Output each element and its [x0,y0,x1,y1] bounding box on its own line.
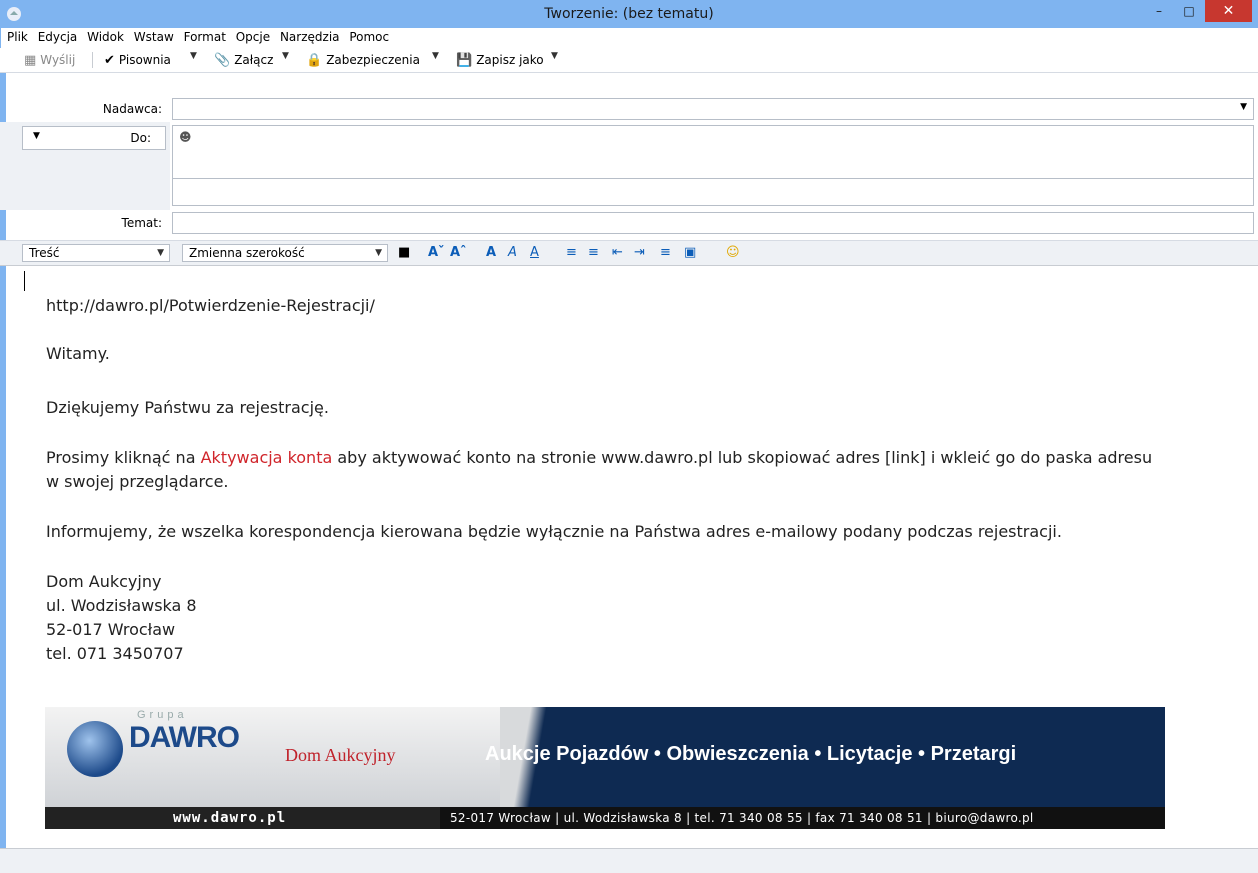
body-url: http://dawro.pl/Potwierdzenie-Rejestracj… [46,296,375,315]
save-as-dropdown[interactable]: ▼ [551,51,558,61]
banner-dom-aukcyjny: Dom Aukcyjny [285,745,396,765]
outdent-icon[interactable]: ⇤ [612,245,623,260]
security-dropdown[interactable]: ▼ [432,51,439,61]
security-button[interactable]: 🔒 Zabezpieczenia [306,51,420,69]
signature-line-3: 52-017 Wrocław [46,620,176,639]
menu-insert[interactable]: Wstaw [134,28,174,44]
send-icon: ▦ [24,52,37,68]
align-icon[interactable]: ≡ [660,245,671,260]
checkmark-icon: ✔ [104,52,115,68]
italic-icon[interactable]: A [508,245,517,260]
recipient-row-2[interactable] [172,152,1254,179]
insert-object-icon[interactable]: ▣ [684,245,696,260]
body-greeting: Witamy. [46,344,110,363]
numbered-list-icon[interactable]: ≡ [588,245,599,260]
to-field[interactable]: ☻ [172,125,1254,153]
from-field[interactable]: ▼ [172,98,1254,120]
minimize-button[interactable]: – [1146,0,1172,22]
body-thanks: Dziękujemy Państwu za rejestrację. [46,398,329,417]
underline-icon[interactable]: A [530,245,539,260]
body-info: Informujemy, że wszelka korespondencja k… [46,522,1062,541]
smiley-icon[interactable]: ☺ [726,245,740,260]
menu-view[interactable]: Widok [87,28,124,44]
spelling-dropdown[interactable]: ▼ [190,51,197,61]
save-icon: 💾 [456,52,473,68]
send-button[interactable]: ▦ Wyślij [24,51,75,69]
to-label: Do: [130,131,151,145]
lock-icon: 🔒 [306,52,323,68]
dawro-banner-image: Grupa DAWRO Dom Aukcyjny Aukcje Pojazdów… [45,707,1165,829]
subject-label: Temat: [121,216,162,230]
signature-line-1: Dom Aukcyjny [46,572,162,591]
paragraph-style-select[interactable]: Treść ▼ [22,244,170,262]
bold-icon[interactable]: A [486,245,496,260]
from-label: Nadawca: [102,102,162,116]
font-smaller-icon[interactable]: Aˇ [428,245,445,260]
text-caret [24,271,25,291]
format-toolbar: Treść ▼ Zmienna szerokość ▼ ■ Aˇ Aˆ A A … [0,240,1258,266]
status-bar [0,848,1258,873]
chevron-down-icon: ▼ [1240,102,1247,112]
menu-help[interactable]: Pomoc [349,28,389,44]
menu-file[interactable]: Plik [7,28,28,44]
banner-grupa: Grupa [137,709,188,721]
menu-bar: Plik Edycja Widok Wstaw Format Opcje Nar… [0,28,1258,48]
attach-dropdown[interactable]: ▼ [282,51,289,61]
indent-icon[interactable]: ⇥ [634,245,645,260]
body-instructions-line2: w swojej przeglądarce. [46,472,229,491]
text-color-icon[interactable]: ■ [398,245,410,260]
menu-format[interactable]: Format [184,28,226,44]
banner-address: 52-017 Wrocław | ul. Wodzisławska 8 | te… [450,811,1034,825]
bullet-list-icon[interactable]: ≡ [566,245,577,260]
paperclip-icon: 📎 [214,52,231,68]
chevron-down-icon: ▼ [375,248,382,258]
title-bar: Tworzenie: (bez tematu) – □ ✕ [0,0,1258,28]
banner-www: www.dawro.pl [173,810,287,826]
signature-line-4: tel. 071 3450707 [46,644,184,663]
signature-line-2: ul. Wodzisławska 8 [46,596,197,615]
subject-field[interactable] [172,212,1254,234]
maximize-button[interactable]: □ [1176,0,1202,22]
save-as-button[interactable]: 💾 Zapisz jako [456,51,544,69]
font-select[interactable]: Zmienna szerokość ▼ [182,244,388,262]
banner-slogan: Aukcje Pojazdów • Obwieszczenia • Licyta… [485,743,1017,765]
banner-brand: DAWRO [129,721,240,754]
compose-window: Tworzenie: (bez tematu) – □ ✕ Plik Edycj… [0,0,1258,873]
window-title: Tworzenie: (bez tematu) [544,6,714,22]
contact-icon: ☻ [179,130,192,144]
recipient-row-3[interactable] [172,179,1254,206]
font-larger-icon[interactable]: Aˆ [450,245,467,260]
spelling-button[interactable]: ✔ Pisownia [104,51,171,69]
menu-tools[interactable]: Narzędzia [280,28,340,44]
menu-options[interactable]: Opcje [236,28,270,44]
attach-button[interactable]: 📎 Załącz [214,51,273,69]
activation-link[interactable]: Aktywacja konta [201,448,333,467]
chevron-down-icon: ▼ [157,248,164,258]
dawro-logo-icon [67,721,123,777]
toolbar-separator [92,52,93,68]
chevron-down-icon: ▼ [33,131,40,141]
toolbar: ▦ Wyślij ✔ Pisownia ▼ 📎 Załącz ▼ 🔒 Zabez… [0,48,1258,73]
close-button[interactable]: ✕ [1205,0,1252,22]
body-instructions: Prosimy kliknąć na Aktywacja konta aby a… [46,448,1153,467]
recipient-type-select[interactable]: ▼ Do: [22,126,166,150]
menu-edit[interactable]: Edycja [38,28,78,44]
